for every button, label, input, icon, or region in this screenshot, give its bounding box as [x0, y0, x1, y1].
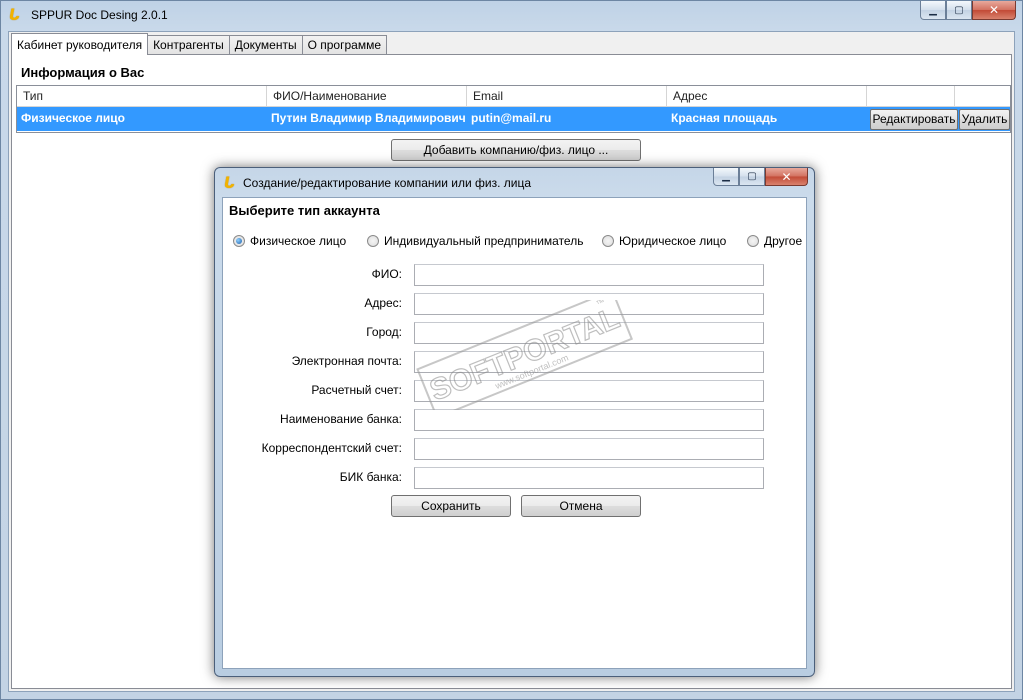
- fio-field[interactable]: [414, 264, 764, 286]
- account-type-group: Физическое лицо Индивидуальный предприни…: [233, 234, 813, 250]
- close-button[interactable]: ✕: [972, 1, 1016, 20]
- column-header-edit: [867, 86, 955, 106]
- close-icon: ✕: [988, 3, 1000, 17]
- city-field[interactable]: [414, 322, 764, 344]
- radio-individual[interactable]: Физическое лицо: [233, 234, 346, 248]
- section-title: Информация о Вас: [21, 65, 145, 80]
- radio-button[interactable]: [233, 235, 245, 247]
- form-row-account: Расчетный счет:: [223, 380, 806, 402]
- field-label: БИК банка:: [339, 470, 402, 484]
- add-company-button[interactable]: Добавить компанию/физ. лицо ...: [391, 139, 641, 161]
- cell-name: Путин Владимир Владимирович: [271, 111, 466, 125]
- field-label: Наименование банка:: [280, 412, 402, 426]
- maximize-icon: ▢: [954, 4, 964, 16]
- bank-name-field[interactable]: [414, 409, 764, 431]
- radio-label: Физическое лицо: [250, 234, 347, 248]
- tab-documents[interactable]: Документы: [229, 35, 303, 55]
- edit-dialog: ᒐ Создание/редактирование компании или ф…: [214, 167, 815, 677]
- tab-strip: Кабинет руководителя Контрагенты Докумен…: [11, 33, 388, 55]
- minimize-icon: ▁: [929, 4, 937, 16]
- form-row-bank-name: Наименование банка:: [223, 409, 806, 431]
- edit-button[interactable]: Редактировать: [870, 109, 958, 130]
- minimize-icon: ▁: [722, 171, 730, 182]
- account-type-heading: Выберите тип аккаунта: [229, 203, 380, 218]
- tab-counterparties[interactable]: Контрагенты: [148, 35, 230, 55]
- address-field[interactable]: [414, 293, 764, 315]
- close-icon: ✕: [781, 169, 792, 184]
- cell-type: Физическое лицо: [21, 111, 126, 125]
- field-label: Расчетный счет:: [311, 383, 402, 397]
- email-field[interactable]: [414, 351, 764, 373]
- bik-field[interactable]: [414, 467, 764, 489]
- correspondent-account-field[interactable]: [414, 438, 764, 460]
- save-button[interactable]: Сохранить: [391, 495, 511, 517]
- window-title: SPPUR Doc Desing 2.0.1: [31, 8, 168, 22]
- form-row-address: Адрес:: [223, 293, 806, 315]
- field-label: Корреспондентский счет:: [261, 441, 402, 455]
- column-header-type[interactable]: Тип: [17, 86, 267, 106]
- settlement-account-field[interactable]: [414, 380, 764, 402]
- column-header-name[interactable]: ФИО/Наименование: [267, 86, 467, 106]
- radio-sole-proprietor[interactable]: Индивидуальный предприниматель: [367, 234, 583, 248]
- field-label: Город:: [366, 325, 402, 339]
- dialog-client-area: Выберите тип аккаунта Физическое лицо Ин…: [222, 197, 807, 669]
- grid-header: Тип ФИО/Наименование Email Адрес: [17, 86, 1010, 107]
- form-row-email: Электронная почта:: [223, 351, 806, 373]
- radio-button[interactable]: [602, 235, 614, 247]
- form-row-fio: ФИО:: [223, 264, 806, 286]
- column-header-address[interactable]: Адрес: [667, 86, 867, 106]
- form-row-corr-account: Корреспондентский счет:: [223, 438, 806, 460]
- tab-about[interactable]: О программе: [302, 35, 388, 55]
- maximize-icon: ▢: [747, 171, 757, 182]
- column-header-email[interactable]: Email: [467, 86, 667, 106]
- form-row-city: Город:: [223, 322, 806, 344]
- radio-label: Другое: [764, 234, 803, 248]
- info-grid: Тип ФИО/Наименование Email Адрес Физичес…: [16, 85, 1011, 133]
- dialog-maximize-button[interactable]: ▢: [739, 168, 765, 186]
- radio-button[interactable]: [747, 235, 759, 247]
- cancel-button[interactable]: Отмена: [521, 495, 641, 517]
- radio-other[interactable]: Другое: [747, 234, 802, 248]
- field-label: Электронная почта:: [291, 354, 402, 368]
- dialog-minimize-button[interactable]: ▁: [713, 168, 739, 186]
- radio-legal-entity[interactable]: Юридическое лицо: [602, 234, 726, 248]
- column-header-delete: [955, 86, 1010, 106]
- tab-manager-cabinet[interactable]: Кабинет руководителя: [11, 33, 149, 55]
- table-row[interactable]: Физическое лицо Путин Владимир Владимиро…: [17, 107, 1010, 131]
- dialog-title: Создание/редактирование компании или физ…: [243, 176, 531, 190]
- delete-button[interactable]: Удалить: [959, 109, 1010, 130]
- cell-email: putin@mail.ru: [471, 111, 552, 125]
- dialog-close-button[interactable]: ✕: [765, 168, 808, 186]
- radio-label: Индивидуальный предприниматель: [384, 234, 584, 248]
- app-logo-icon: ᒐ: [9, 7, 21, 24]
- dialog-app-icon: ᒐ: [224, 175, 236, 192]
- radio-button[interactable]: [367, 235, 379, 247]
- maximize-button[interactable]: ▢: [946, 1, 972, 20]
- field-label: ФИО:: [371, 267, 402, 281]
- cell-address: Красная площадь: [671, 111, 778, 125]
- title-bar[interactable]: ᒐ SPPUR Doc Desing 2.0.1 ▁ ▢ ✕: [1, 1, 1022, 31]
- radio-label: Юридическое лицо: [619, 234, 727, 248]
- form-row-bik: БИК банка:: [223, 467, 806, 489]
- field-label: Адрес:: [364, 296, 402, 310]
- minimize-button[interactable]: ▁: [920, 1, 946, 20]
